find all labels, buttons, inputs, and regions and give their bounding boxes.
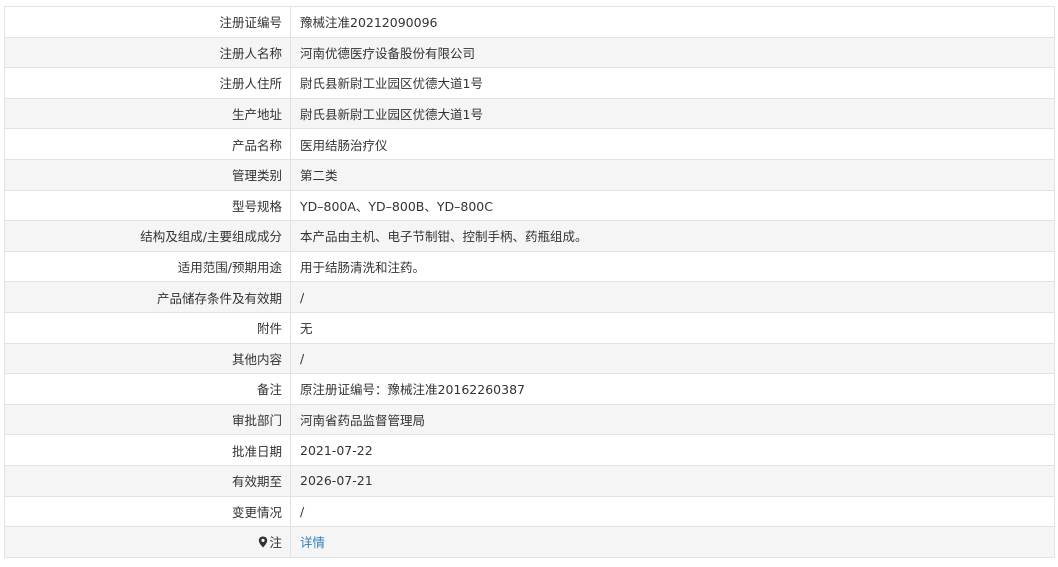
row-label: 附件 (4, 311, 291, 344)
row-label: 结构及组成/主要组成成分 (4, 220, 291, 252)
row-value: 2021-07-22 (290, 434, 1055, 466)
table-row-change-status: 变更情况 / (4, 495, 1055, 528)
row-value: 用于结肠清洗和注药。 (290, 250, 1055, 283)
table-row-storage-validity: 产品储存条件及有效期 / (4, 281, 1055, 313)
row-value: 尉氏县新尉工业园区优德大道1号 (290, 67, 1055, 99)
table-row-intended-use: 适用范围/预期用途 用于结肠清洗和注药。 (4, 250, 1055, 283)
row-label: 产品储存条件及有效期 (4, 281, 291, 313)
row-label: 管理类别 (4, 158, 291, 191)
table-row-attachment: 附件 无 (4, 311, 1055, 344)
details-link[interactable]: 详情 (300, 535, 325, 550)
row-label: 备注 (4, 373, 291, 405)
row-label: 产品名称 (4, 128, 291, 160)
table-row-valid-until: 有效期至 2026-07-21 (4, 464, 1055, 497)
table-row-structure-composition: 结构及组成/主要组成成分 本产品由主机、电子节制钳、控制手柄、药瓶组成。 (4, 220, 1055, 252)
row-label: 变更情况 (4, 495, 291, 528)
row-label-note: 注 (4, 526, 291, 558)
row-value: 本产品由主机、电子节制钳、控制手柄、药瓶组成。 (290, 220, 1055, 252)
row-value: 无 (290, 311, 1055, 344)
row-value: 第二类 (290, 158, 1055, 191)
row-value: / (290, 495, 1055, 528)
row-value: 原注册证编号：豫械注准20162260387 (290, 373, 1055, 405)
table-row-management-category: 管理类别 第二类 (4, 158, 1055, 191)
table-row-production-address: 生产地址 尉氏县新尉工业园区优德大道1号 (4, 97, 1055, 130)
row-label: 审批部门 (4, 403, 291, 436)
table-row-approval-department: 审批部门 河南省药品监督管理局 (4, 403, 1055, 436)
table-row-registrant-address: 注册人住所 尉氏县新尉工业园区优德大道1号 (4, 67, 1055, 99)
table-row-approval-date: 批准日期 2021-07-22 (4, 434, 1055, 466)
table-row-product-name: 产品名称 医用结肠治疗仪 (4, 128, 1055, 160)
row-value: 豫械注准20212090096 (290, 6, 1055, 38)
table-row-other-content: 其他内容 / (4, 342, 1055, 375)
table-row-registration-number: 注册证编号 豫械注准20212090096 (4, 6, 1055, 38)
row-label: 批准日期 (4, 434, 291, 466)
table-row-registrant-name: 注册人名称 河南优德医疗设备股份有限公司 (4, 36, 1055, 69)
row-value: 2026-07-21 (290, 464, 1055, 497)
map-pin-icon (259, 536, 268, 548)
row-label: 注册人名称 (4, 36, 291, 69)
row-value: 医用结肠治疗仪 (290, 128, 1055, 160)
row-label: 注册证编号 (4, 6, 291, 38)
row-label: 适用范围/预期用途 (4, 250, 291, 283)
row-value: / (290, 281, 1055, 313)
row-value: 河南优德医疗设备股份有限公司 (290, 36, 1055, 69)
registration-info-table: 注册证编号 豫械注准20212090096 注册人名称 河南优德医疗设备股份有限… (4, 6, 1055, 558)
row-value: YD–800A、YD–800B、YD–800C (290, 189, 1055, 222)
row-value: / (290, 342, 1055, 375)
row-label: 其他内容 (4, 342, 291, 375)
table-row-note: 注 详情 (4, 526, 1055, 558)
note-label-text: 注 (269, 535, 282, 551)
row-value-note: 详情 (290, 526, 1055, 558)
row-label: 生产地址 (4, 97, 291, 130)
registration-detail-panel: 注册证编号 豫械注准20212090096 注册人名称 河南优德医疗设备股份有限… (4, 6, 1055, 558)
table-row-model-spec: 型号规格 YD–800A、YD–800B、YD–800C (4, 189, 1055, 222)
row-label: 型号规格 (4, 189, 291, 222)
row-value: 尉氏县新尉工业园区优德大道1号 (290, 97, 1055, 130)
row-value: 河南省药品监督管理局 (290, 403, 1055, 436)
row-label: 有效期至 (4, 464, 291, 497)
row-label: 注册人住所 (4, 67, 291, 99)
table-row-remarks: 备注 原注册证编号：豫械注准20162260387 (4, 373, 1055, 405)
